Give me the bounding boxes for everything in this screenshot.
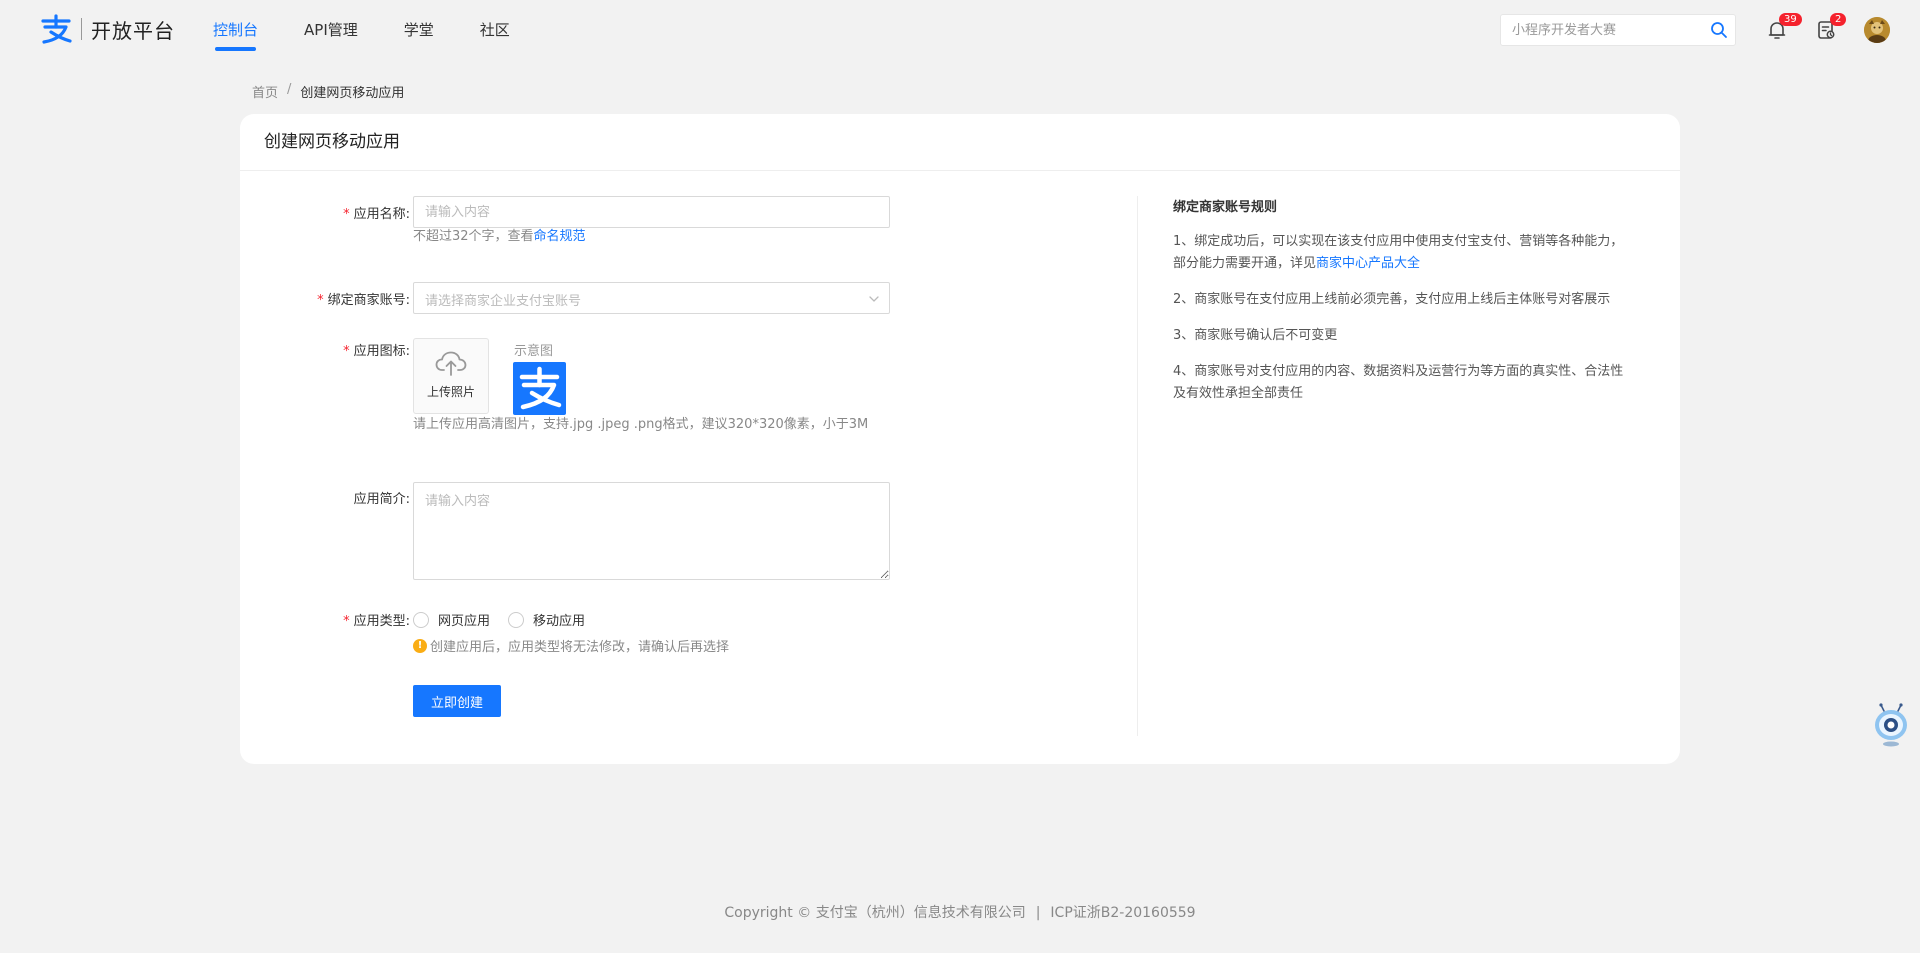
breadcrumb-current: 创建网页移动应用 xyxy=(300,86,405,101)
footer-copyright: Copyright © 支付宝（杭州）信息技术有限公司 xyxy=(724,905,1026,921)
radio-mobile-app[interactable]: 移动应用 xyxy=(508,610,585,629)
main-nav: 控制台 API管理 学堂 社区 xyxy=(213,0,556,60)
create-app-card: 创建网页移动应用 *应用名称: 不超过32个字，查看命名规范 *绑定商家账号: … xyxy=(240,114,1680,764)
robot-assistant-button[interactable] xyxy=(1873,703,1909,747)
top-navbar: 开放平台 控制台 API管理 学堂 社区 39 2 xyxy=(0,0,1920,60)
notifications-badge: 39 xyxy=(1779,13,1802,26)
footer: Copyright © 支付宝（杭州）信息技术有限公司 | ICP证浙B2-2016… xyxy=(0,902,1920,922)
create-now-button[interactable]: 立即创建 xyxy=(413,685,501,717)
description-label-wrap: 应用简介: xyxy=(240,482,410,507)
logo-divider xyxy=(81,18,82,40)
user-avatar-image xyxy=(1864,17,1890,43)
app-type-label: * 应用类型: xyxy=(343,614,410,629)
merchant-account-select[interactable]: 请选择商家企业支付宝账号 xyxy=(413,282,890,314)
breadcrumb: 首页 / 创建网页移动应用 xyxy=(252,82,404,101)
app-name-help: 不超过32个字，查看命名规范 xyxy=(413,229,586,244)
merchant-select-placeholder: 请选择商家企业支付宝账号 xyxy=(425,294,582,309)
merchant-binding-rules: 绑定商家账号规则 1、绑定成功后，可以实现在该支付应用中使用支付宝支付、营销等各… xyxy=(1173,196,1633,419)
nav-console[interactable]: 控制台 xyxy=(213,0,258,60)
app-type-label-wrap: * 应用类型: xyxy=(240,610,410,629)
description-textarea[interactable] xyxy=(414,483,889,579)
breadcrumb-home[interactable]: 首页 xyxy=(252,82,278,101)
required-mark: * xyxy=(343,207,350,222)
search-box xyxy=(1500,14,1736,46)
nav-community[interactable]: 社区 xyxy=(480,0,510,60)
tasks-badge: 2 xyxy=(1830,13,1847,26)
robot-assistant-icon xyxy=(1875,703,1907,747)
app-icon-label: * 应用图标: xyxy=(343,344,410,359)
rule-item: 4、商家账号对支付应用的内容、数据资料及运营行为等方面的真实性、合法性及有效性承… xyxy=(1173,364,1624,401)
required-mark: * xyxy=(317,293,324,308)
tasks-button[interactable]: 2 xyxy=(1814,13,1847,42)
app-type-warning-text: 创建应用后，应用类型将无法修改，请确认后再选择 xyxy=(430,640,730,655)
nav-academy[interactable]: 学堂 xyxy=(404,0,434,60)
rules-title: 绑定商家账号规则 xyxy=(1173,200,1278,215)
breadcrumb-separator: / xyxy=(287,82,292,97)
search-input[interactable] xyxy=(1501,15,1691,45)
app-name-label: * 应用名称: xyxy=(343,207,410,222)
rule-item: 2、商家账号在支付应用上线前必须完善，支付应用上线后主体账号对客展示 xyxy=(1173,292,1611,307)
app-name-field xyxy=(413,196,890,228)
description-field xyxy=(413,482,890,580)
logo-text: 开放平台 xyxy=(91,18,175,43)
app-icon-label-wrap: * 应用图标: xyxy=(240,338,410,362)
alipay-logo-icon xyxy=(41,14,72,44)
naming-rules-link[interactable]: 命名规范 xyxy=(534,229,586,244)
radio-web-app-label: 网页应用 xyxy=(438,614,491,629)
footer-separator: | xyxy=(1035,905,1041,921)
description-label: 应用简介: xyxy=(353,492,410,507)
notifications-button[interactable]: 39 xyxy=(1765,13,1802,42)
nav-api-management[interactable]: API管理 xyxy=(304,0,358,60)
radio-mobile-app-label: 移动应用 xyxy=(533,614,586,629)
upload-photo-label: 上传照片 xyxy=(426,385,475,399)
vertical-divider xyxy=(1137,196,1138,736)
rule-item: 3、商家账号确认后不可变更 xyxy=(1173,328,1338,343)
radio-circle[interactable] xyxy=(413,611,429,628)
avatar[interactable] xyxy=(1864,17,1890,43)
chevron-down-icon xyxy=(869,296,879,302)
alipay-logo-icon xyxy=(519,366,562,410)
required-mark: * xyxy=(343,344,350,359)
app-name-input[interactable] xyxy=(414,197,889,227)
merchant-label: * 绑定商家账号: xyxy=(317,293,410,308)
logo[interactable]: 开放平台 xyxy=(39,14,175,44)
required-mark: * xyxy=(343,614,350,629)
warning-icon: ! xyxy=(413,638,427,653)
upload-photo-button[interactable]: 上传照片 xyxy=(413,338,489,414)
app-name-label-wrap: * 应用名称: xyxy=(240,196,410,228)
search-icon[interactable] xyxy=(1710,21,1728,39)
upload-cloud-icon xyxy=(435,351,467,376)
page-title: 创建网页移动应用 xyxy=(240,114,1680,171)
footer-icp[interactable]: ICP证浙B2-20160559 xyxy=(1050,905,1195,921)
rule-item: 1、绑定成功后，可以实现在该支付应用中使用支付宝支付、营销等各种能力，部分能力需… xyxy=(1173,234,1624,271)
radio-web-app[interactable]: 网页应用 xyxy=(413,610,490,629)
merchant-label-wrap: * 绑定商家账号: xyxy=(240,282,410,314)
merchant-center-products-link[interactable]: 商家中心产品大全 xyxy=(1316,256,1420,271)
radio-circle[interactable] xyxy=(508,611,524,628)
app-type-warning: ! 创建应用后，应用类型将无法修改，请确认后再选择 xyxy=(413,636,729,655)
app-icon-help: 请上传应用高清图片，支持.jpg .jpeg .png格式，建议320*320像… xyxy=(413,417,869,432)
sample-app-icon-image xyxy=(513,362,566,415)
sample-image-label: 示意图 xyxy=(514,344,554,359)
